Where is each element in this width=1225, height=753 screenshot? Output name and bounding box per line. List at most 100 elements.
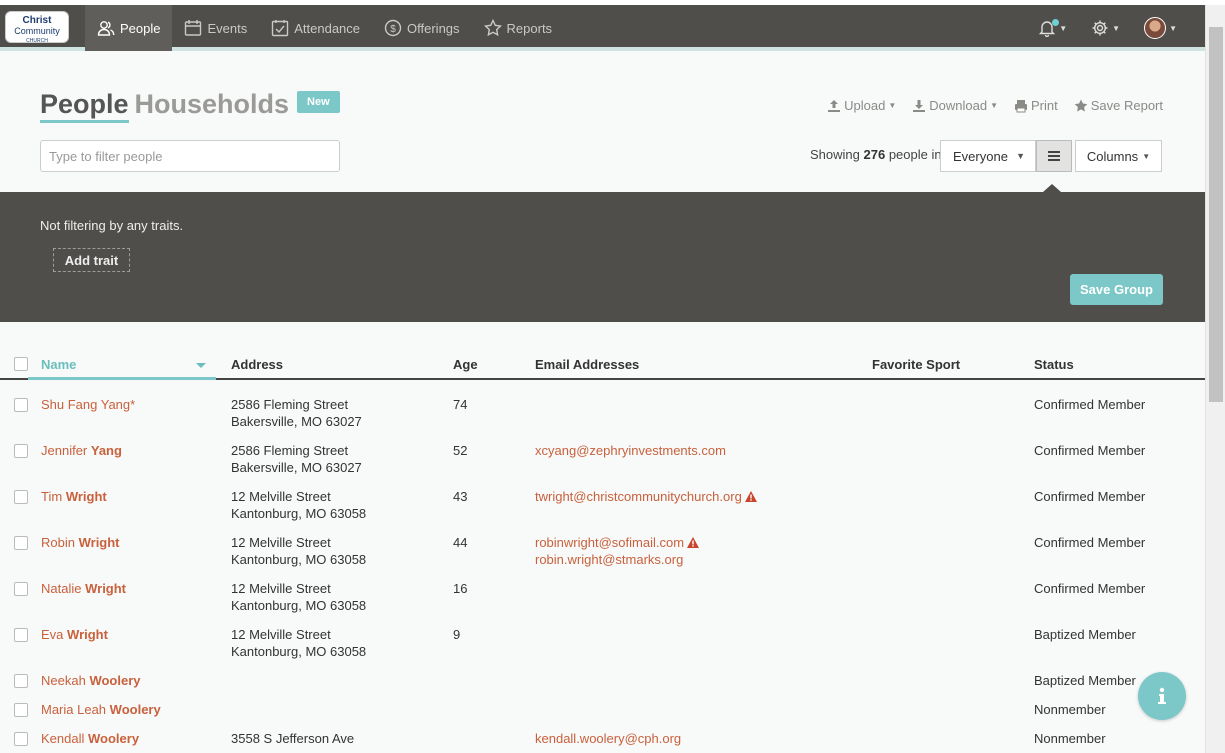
nav-item-label: Events: [207, 20, 248, 36]
age-cell: 52: [453, 443, 468, 458]
email-link[interactable]: robinwright@sofimail.com: [535, 535, 684, 550]
first-name: Tim: [41, 489, 63, 504]
nav-item-people[interactable]: People: [85, 5, 173, 51]
columns-label: Columns: [1086, 148, 1139, 164]
address-line-1: 12 Melville Street: [231, 627, 331, 642]
caret-down-icon: ▼: [1169, 23, 1177, 33]
person-name-link[interactable]: Robin Wright: [41, 534, 120, 551]
row-checkbox[interactable]: [14, 674, 28, 688]
user-menu-button[interactable]: ▼: [1144, 17, 1177, 39]
scope-select[interactable]: Everyone ▼: [940, 140, 1036, 172]
upload-button[interactable]: Upload ▼: [827, 98, 896, 113]
email-link[interactable]: kendall.woolery@cph.org: [535, 731, 681, 746]
column-header-address[interactable]: Address: [231, 357, 283, 372]
nav-item-label: Offerings: [407, 20, 460, 36]
panel-pointer: [1043, 184, 1061, 192]
print-button[interactable]: Print: [1014, 98, 1058, 113]
status-cell: Confirmed Member: [1034, 489, 1146, 504]
sorted-column-indicator: [28, 377, 216, 380]
column-header-age[interactable]: Age: [453, 357, 478, 372]
columns-button[interactable]: Columns ▼: [1075, 140, 1162, 172]
select-all-checkbox[interactable]: [14, 357, 28, 371]
nav-item-label: People: [120, 20, 161, 36]
download-button[interactable]: Download ▼: [912, 98, 998, 113]
scrollbar-thumb[interactable]: [1209, 27, 1223, 402]
add-trait-button[interactable]: Add trait: [53, 248, 130, 272]
person-name-link[interactable]: Tim Wright: [41, 488, 107, 505]
caret-down-icon: ▼: [888, 101, 897, 110]
address-cell: 2586 Fleming Street Bakersville, MO 63027: [231, 442, 362, 476]
info-icon: [1158, 687, 1166, 704]
column-header-name[interactable]: Name: [41, 357, 76, 372]
info-button[interactable]: [1138, 672, 1186, 720]
notifications-button[interactable]: ▼: [1038, 19, 1067, 37]
upload-label: Upload: [844, 98, 886, 113]
top-navigation-bar: Christ Community CHURCH People Events At…: [0, 5, 1205, 51]
person-name-link[interactable]: Neekah Woolery: [41, 672, 141, 689]
row-checkbox[interactable]: [14, 582, 28, 596]
row-checkbox[interactable]: [14, 628, 28, 642]
nav-item-offerings[interactable]: $ Offerings: [372, 5, 472, 51]
email-link[interactable]: xcyang@zephryinvestments.com: [535, 443, 726, 458]
save-group-button[interactable]: Save Group: [1070, 274, 1163, 305]
row-checkbox[interactable]: [14, 732, 28, 746]
first-name: Shu Fang Yang*: [41, 397, 136, 412]
new-button[interactable]: New: [297, 91, 340, 113]
printer-icon: [1015, 99, 1027, 112]
address-line-1: 12 Melville Street: [231, 535, 331, 550]
print-label: Print: [1031, 98, 1058, 113]
email-link[interactable]: twright@christcommunitychurch.org: [535, 489, 742, 504]
vertical-scrollbar[interactable]: [1205, 5, 1225, 753]
row-checkbox[interactable]: [14, 703, 28, 717]
age-cell: 9: [453, 627, 461, 642]
person-name-link[interactable]: Eva Wright: [41, 626, 108, 643]
showing-count: Showing 276 people in: [810, 147, 942, 162]
nav-item-events[interactable]: Events: [172, 5, 259, 51]
address-line-1: 12 Melville Street: [231, 581, 331, 596]
tab-people[interactable]: People: [40, 88, 129, 123]
column-header-favorite-sport[interactable]: Favorite Sport: [872, 357, 960, 372]
table-header: Name Address Age Email Addresses Favorit…: [0, 348, 1205, 380]
caret-down-icon: ▼: [1059, 23, 1068, 33]
address-line-2: Kantonburg, MO 63058: [231, 598, 367, 613]
status-cell: Baptized Member: [1034, 627, 1136, 642]
list-view-toggle[interactable]: [1036, 140, 1072, 172]
email-cell: kendall.woolery@cph.org: [535, 730, 681, 747]
person-name-link[interactable]: Jennifer Yang: [41, 442, 122, 459]
email-link[interactable]: robin.wright@stmarks.org: [535, 551, 699, 568]
row-checkbox[interactable]: [14, 536, 28, 550]
person-name-link[interactable]: Natalie Wright: [41, 580, 126, 597]
tab-households[interactable]: Households: [135, 88, 290, 120]
column-header-status[interactable]: Status: [1034, 357, 1074, 372]
email-cell: robinwright@sofimail.com robin.wright@stm…: [535, 534, 700, 568]
settings-button[interactable]: ▼: [1091, 19, 1120, 37]
first-name: Natalie: [41, 581, 82, 596]
save-report-button[interactable]: Save Report: [1074, 98, 1163, 113]
status-cell: Confirmed Member: [1034, 535, 1146, 550]
row-checkbox[interactable]: [14, 444, 28, 458]
first-name: Robin: [41, 535, 75, 550]
address-line-2: Bakersville, MO 63027: [231, 414, 362, 429]
last-name: Wright: [67, 627, 108, 642]
person-name-link[interactable]: Maria Leah Woolery: [41, 701, 161, 718]
age-cell: 43: [453, 489, 468, 504]
logo-line-2: Community: [14, 26, 60, 36]
logo-line-3: CHURCH: [26, 38, 48, 44]
email-cell: twright@christcommunitychurch.org: [535, 488, 757, 505]
column-header-email[interactable]: Email Addresses: [535, 357, 639, 372]
sort-caret-icon[interactable]: [196, 363, 206, 368]
address-cell: 12 Melville Street Kantonburg, MO 63058: [231, 626, 366, 660]
caret-down-icon: ▼: [990, 101, 998, 110]
filter-people-input[interactable]: [40, 140, 340, 172]
church-logo[interactable]: Christ Community CHURCH: [5, 11, 69, 44]
row-checkbox[interactable]: [14, 490, 28, 504]
nav-item-reports[interactable]: Reports: [472, 5, 565, 51]
person-name-link[interactable]: Kendall Woolery: [41, 730, 139, 747]
status-cell: Nonmember: [1034, 731, 1106, 746]
row-checkbox[interactable]: [14, 398, 28, 412]
address-cell: 12 Melville Street Kantonburg, MO 63058: [231, 488, 366, 522]
nav-item-attendance[interactable]: Attendance: [259, 5, 372, 51]
person-name-link[interactable]: Shu Fang Yang*: [41, 396, 135, 413]
last-name: Woolery: [89, 673, 141, 688]
first-name: Maria Leah: [41, 702, 107, 717]
